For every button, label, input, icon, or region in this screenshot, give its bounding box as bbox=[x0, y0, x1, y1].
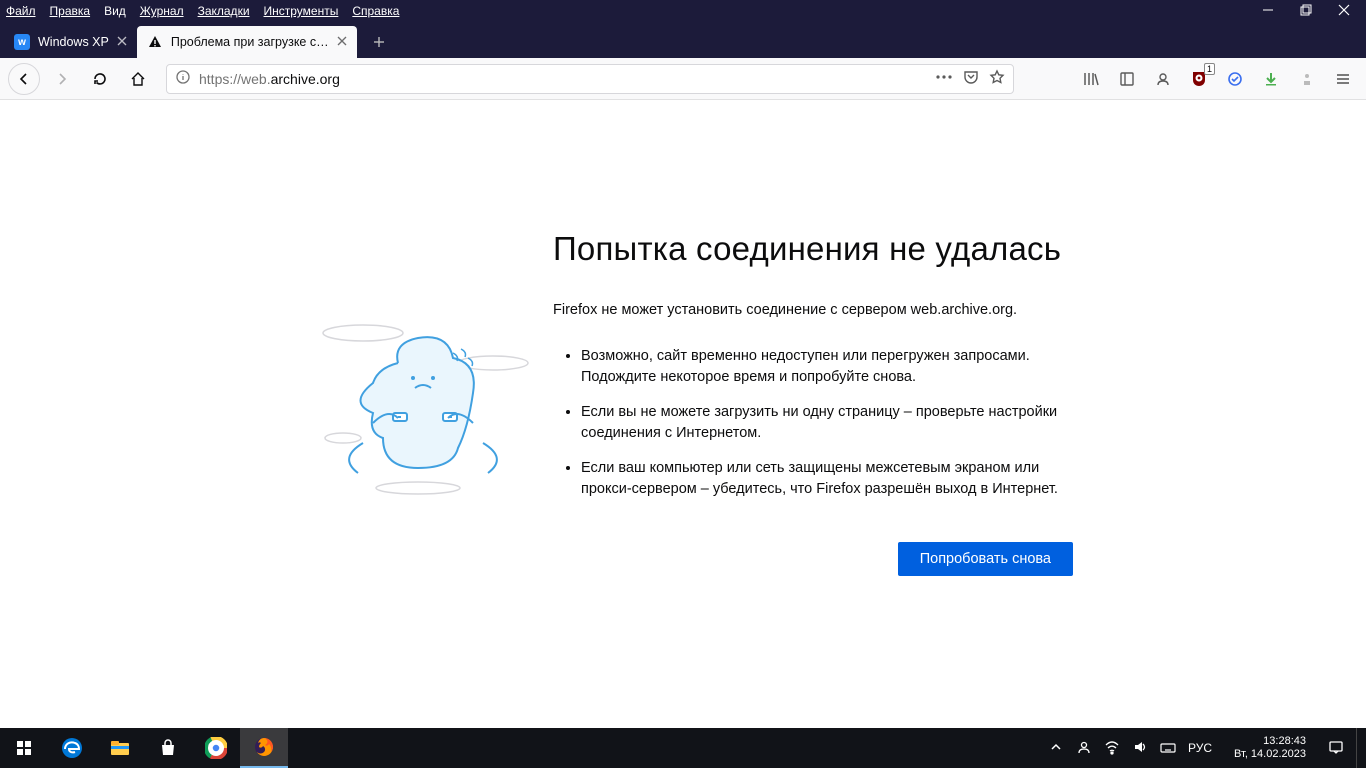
menu-bookmarks[interactable]: Закладки bbox=[198, 4, 250, 18]
tray-notifications-icon[interactable] bbox=[1328, 739, 1344, 758]
menu-history[interactable]: Журнал bbox=[140, 4, 184, 18]
downloads-icon[interactable] bbox=[1256, 64, 1286, 94]
page-content: Попытка соединения не удалась Firefox не… bbox=[0, 100, 1366, 728]
url-bar[interactable]: https://web.archive.org bbox=[166, 64, 1014, 94]
sidebar-button[interactable] bbox=[1112, 64, 1142, 94]
tab-close-icon[interactable] bbox=[117, 35, 127, 49]
error-suggestion-list: Возможно, сайт временно недоступен или п… bbox=[553, 346, 1073, 500]
tab-inactive[interactable]: w Windows XP bbox=[4, 26, 137, 58]
menu-view[interactable]: Вид bbox=[104, 4, 126, 18]
tab-title: Проблема при загрузке стран bbox=[171, 35, 329, 49]
menu-file[interactable]: Файл bbox=[6, 4, 36, 18]
taskbar-explorer[interactable] bbox=[96, 728, 144, 768]
taskbar-firefox[interactable] bbox=[240, 728, 288, 768]
window-maximize-icon[interactable] bbox=[1300, 4, 1312, 19]
forward-button[interactable] bbox=[46, 63, 78, 95]
windows-taskbar: РУС 13:28:43 Вт, 14.02.2023 bbox=[0, 728, 1366, 768]
back-button[interactable] bbox=[8, 63, 40, 95]
menu-tools[interactable]: Инструменты bbox=[264, 4, 339, 18]
url-text: https://web.archive.org bbox=[199, 71, 935, 87]
start-button[interactable] bbox=[0, 728, 48, 768]
account-icon[interactable] bbox=[1148, 64, 1178, 94]
taskbar-edge[interactable] bbox=[48, 728, 96, 768]
show-desktop-button[interactable] bbox=[1356, 728, 1362, 768]
firefox-menubar: Файл Правка Вид Журнал Закладки Инструме… bbox=[0, 0, 1366, 22]
warning-icon bbox=[147, 34, 163, 50]
new-tab-button[interactable] bbox=[363, 26, 395, 58]
tray-volume-icon[interactable] bbox=[1132, 739, 1148, 758]
taskbar-chrome[interactable] bbox=[192, 728, 240, 768]
tray-chevron-icon[interactable] bbox=[1048, 739, 1064, 758]
bookmark-star-icon[interactable] bbox=[989, 69, 1005, 88]
reload-button[interactable] bbox=[84, 63, 116, 95]
nav-toolbar: https://web.archive.org 1 bbox=[0, 58, 1366, 100]
window-minimize-icon[interactable] bbox=[1262, 4, 1274, 19]
tab-title: Windows XP bbox=[38, 35, 109, 49]
tray-clock[interactable]: 13:28:43 Вт, 14.02.2023 bbox=[1224, 735, 1316, 761]
tray-wifi-icon[interactable] bbox=[1104, 739, 1120, 758]
tab-close-icon[interactable] bbox=[337, 35, 347, 49]
home-button[interactable] bbox=[122, 63, 154, 95]
page-action-menu-icon[interactable] bbox=[935, 69, 953, 88]
error-short-desc: Firefox не может установить соединение с… bbox=[553, 302, 1073, 318]
pocket-icon[interactable] bbox=[963, 69, 979, 88]
site-identity-icon[interactable] bbox=[175, 69, 191, 88]
extension-icon-2[interactable] bbox=[1292, 64, 1322, 94]
app-menu-button[interactable] bbox=[1328, 64, 1358, 94]
tray-date: Вт, 14.02.2023 bbox=[1234, 748, 1306, 761]
tray-keyboard-icon[interactable] bbox=[1160, 739, 1176, 758]
error-suggestion-item: Если ваш компьютер или сеть защищены меж… bbox=[581, 458, 1073, 500]
tray-people-icon[interactable] bbox=[1076, 739, 1092, 758]
tray-time: 13:28:43 bbox=[1234, 735, 1306, 748]
error-illustration bbox=[293, 230, 553, 576]
tab-active[interactable]: Проблема при загрузке стран bbox=[137, 26, 357, 58]
error-title: Попытка соединения не удалась bbox=[553, 230, 1073, 268]
extension-icon-1[interactable] bbox=[1220, 64, 1250, 94]
library-button[interactable] bbox=[1076, 64, 1106, 94]
ublock-icon[interactable]: 1 bbox=[1184, 64, 1214, 94]
error-suggestion-item: Если вы не можете загрузить ни одну стра… bbox=[581, 402, 1073, 444]
menu-edit[interactable]: Правка bbox=[50, 4, 91, 18]
ublock-badge: 1 bbox=[1204, 63, 1215, 75]
tab-strip: w Windows XP Проблема при загрузке стран bbox=[0, 22, 1366, 58]
window-close-icon[interactable] bbox=[1338, 4, 1350, 19]
taskbar-store[interactable] bbox=[144, 728, 192, 768]
menu-help[interactable]: Справка bbox=[352, 4, 399, 18]
error-suggestion-item: Возможно, сайт временно недоступен или п… bbox=[581, 346, 1073, 388]
vk-icon: w bbox=[14, 34, 30, 50]
tray-language[interactable]: РУС bbox=[1188, 741, 1212, 755]
retry-button[interactable]: Попробовать снова bbox=[898, 542, 1073, 576]
system-tray: РУС 13:28:43 Вт, 14.02.2023 bbox=[1048, 728, 1366, 768]
